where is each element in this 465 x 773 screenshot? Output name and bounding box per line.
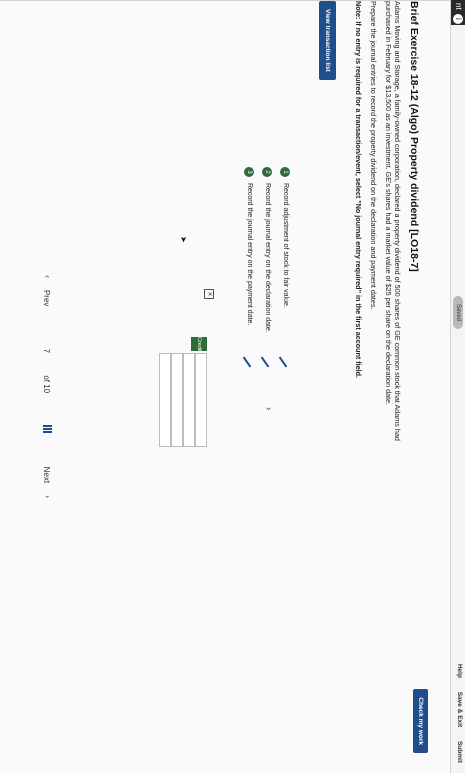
current-page: 7	[42, 348, 52, 354]
page-total: of 10	[42, 375, 52, 394]
save-exit-link[interactable]: Save & Exit	[456, 692, 463, 727]
prev-button[interactable]: ‹ Prev	[42, 275, 52, 316]
step-label: Record the journal entry on the declarat…	[264, 182, 271, 333]
screen: nt i Saved Help Save & Exit Submit Check…	[0, 0, 465, 773]
corner-label: nt	[454, 3, 463, 10]
grid-view-icon[interactable]	[42, 425, 52, 435]
step-3[interactable]: 3 Record the journal entry on the paymen…	[244, 167, 254, 325]
assignment-corner: nt i	[451, 0, 465, 25]
problem-paragraph: Prepare the journal entries to record th…	[369, 1, 378, 310]
info-icon[interactable]: i	[453, 13, 463, 24]
close-icon[interactable]: ✕	[204, 289, 214, 299]
next-button[interactable]: Next ›	[42, 457, 52, 498]
step-number: 2	[262, 167, 272, 177]
check-icon	[278, 356, 288, 368]
step-number: 1	[280, 167, 290, 177]
problem-note: Note: If no entry is required for a tran…	[354, 1, 363, 379]
grid-row[interactable]	[183, 353, 195, 447]
problem-paragraph: Adams Moving and Storage, a family-owned…	[384, 1, 402, 441]
problem-title: Brief Exercise 18-12 (Algo) Property div…	[408, 1, 420, 272]
top-bar: nt i Saved Help Save & Exit Submit	[450, 0, 465, 773]
grid-row[interactable]	[195, 353, 207, 447]
journal-grid	[159, 337, 207, 447]
next-label: Next	[42, 466, 52, 484]
question-panel: Check my work Brief Exercise 18-12 (Algo…	[0, 0, 451, 773]
submit-link[interactable]: Submit	[456, 741, 463, 763]
step-number: 3	[244, 167, 254, 177]
step-2[interactable]: 2 Record the journal entry on the declar…	[262, 167, 272, 333]
pagination: ‹ Prev 7 of 10 Next ›	[42, 0, 52, 773]
saved-badge: Saved	[453, 296, 463, 330]
chevron-right-icon[interactable]: ›	[263, 407, 274, 410]
problem-text: Adams Moving and Storage, a family-owned…	[348, 1, 402, 471]
top-links: Help Save & Exit Submit	[456, 652, 463, 763]
grid-row[interactable]	[171, 353, 183, 447]
prev-label: Prev	[42, 289, 52, 307]
check-icon	[260, 356, 270, 368]
view-transaction-list-button[interactable]: View transaction list	[319, 1, 336, 80]
page-indicator: 7 of 10	[42, 339, 52, 406]
step-label: Record adjustment of stock to fair value…	[282, 182, 289, 308]
check-icon	[242, 356, 252, 368]
step-1[interactable]: 1 Record adjustment of stock to fair val…	[280, 167, 290, 308]
step-label: Record the journal entry on the payment …	[246, 182, 253, 326]
grid-row[interactable]	[159, 353, 171, 447]
help-link[interactable]: Help	[456, 664, 463, 678]
check-my-work-button[interactable]: Check my work	[413, 689, 428, 753]
mouse-cursor-icon: ➤	[179, 236, 188, 243]
